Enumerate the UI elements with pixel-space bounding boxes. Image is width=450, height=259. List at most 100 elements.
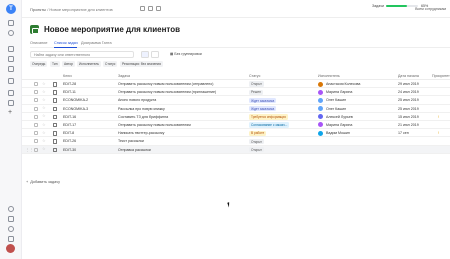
search-input[interactable] [30, 51, 134, 58]
col-key[interactable]: Ключ [63, 74, 72, 78]
table-row[interactable]: ☆ EDIT-11 Отправить рассылку новым пользов… [22, 88, 450, 97]
table-row[interactable]: ⋮⋮ ☆ EDIT-30 Отправка рассылки Открыт [22, 145, 450, 154]
col-priority[interactable]: Приоритет [432, 74, 450, 78]
assignee-name[interactable]: Марина Ларина [326, 123, 392, 127]
star-icon[interactable]: ☆ [42, 147, 46, 151]
star-icon[interactable] [140, 6, 145, 11]
table-row[interactable]: ☆ EDIT-8 Написать твиттер-рассылку В работе… [22, 129, 450, 138]
link-icon[interactable] [148, 6, 153, 11]
plus-icon[interactable]: + [8, 109, 12, 116]
status-badge[interactable]: Согласование с заказч... [249, 122, 290, 128]
tab-gantt[interactable]: Диаграмма Ганта [81, 41, 112, 45]
task-title[interactable]: Текст рассылки [118, 139, 244, 143]
star-icon[interactable]: ☆ [42, 122, 46, 127]
col-due[interactable]: Дата начала [398, 74, 419, 78]
tab-description[interactable]: Описание [30, 41, 47, 45]
reports-icon[interactable] [8, 90, 14, 96]
status-badge[interactable]: Открыт [249, 81, 264, 87]
table-row[interactable]: ☆ EDIT-16 Составить ТЗ для бриффинга Требуе… [22, 113, 450, 121]
access-label[interactable]: Всем сотрудникам [415, 7, 446, 11]
row-checkbox[interactable] [34, 147, 38, 152]
star-icon[interactable]: ☆ [42, 89, 46, 94]
col-status[interactable]: Статус [249, 74, 260, 78]
task-key[interactable]: EDIT-17 [63, 123, 113, 127]
apps-icon[interactable] [8, 236, 14, 242]
task-key[interactable]: EDIT-30 [63, 148, 113, 152]
grouping-button[interactable]: ▦ Без группировки [170, 52, 202, 56]
assignee-name[interactable]: Алексей Лурьев [326, 115, 392, 119]
table-row[interactable]: ☆ EDIT-28 Отправить рассылку новым пользов… [22, 80, 450, 89]
star-icon[interactable]: ☆ [42, 106, 46, 110]
breadcrumb-parent[interactable]: Проекты [30, 7, 46, 12]
filter-status[interactable]: Статус [103, 61, 118, 67]
status-badge[interactable]: Ждет заказчика [249, 97, 277, 104]
table-row[interactable]: ☆ EDIT-26 Текст рассылки Открыт [22, 137, 450, 146]
col-assignee[interactable]: Исполнитель [318, 74, 340, 78]
inbox-icon[interactable] [8, 46, 14, 52]
col-task[interactable]: Задача [118, 74, 130, 78]
assignee-name[interactable]: Марина Ларина [326, 90, 392, 94]
table-row[interactable]: ☆ ECONOMIKA-2 Анонс нового продукта Ждет за… [22, 96, 450, 105]
filter-resolution[interactable]: Резолюция: без значения [120, 61, 163, 67]
status-badge[interactable]: Открыт [249, 138, 264, 145]
task-title[interactable]: Рассылка про новую книжку [118, 107, 244, 111]
assignee-name[interactable]: Вадим Мошин [326, 131, 392, 135]
row-checkbox[interactable] [34, 131, 38, 136]
task-title[interactable]: Составить ТЗ для бриффинга [118, 115, 244, 119]
task-key[interactable]: EDIT-28 [63, 82, 113, 86]
notifications-icon[interactable] [8, 216, 14, 222]
app-logo[interactable]: T [6, 4, 16, 14]
drag-handle-icon[interactable]: ⋮⋮ [26, 148, 33, 152]
help-icon[interactable] [8, 206, 14, 212]
filter-type[interactable]: Тип [50, 61, 60, 67]
assignee-name[interactable]: Анастасия Колесова [326, 82, 392, 86]
star-icon[interactable]: ☆ [42, 130, 46, 135]
filter-queue[interactable]: Очередь [30, 61, 48, 67]
task-key[interactable]: EDIT-8 [63, 131, 113, 135]
projects-icon[interactable] [8, 66, 14, 72]
row-checkbox[interactable] [34, 139, 38, 144]
star-icon[interactable]: ☆ [42, 114, 46, 118]
row-checkbox[interactable] [34, 122, 38, 127]
task-key[interactable]: EDIT-26 [63, 139, 113, 143]
boards-icon[interactable] [8, 100, 14, 106]
row-checkbox[interactable] [34, 82, 38, 86]
row-checkbox[interactable] [34, 106, 38, 111]
list-view-button[interactable] [141, 51, 149, 58]
tab-task-list[interactable]: Список задач [54, 41, 78, 45]
task-key[interactable]: EDIT-11 [63, 90, 113, 94]
status-badge[interactable]: Ждет заказчика [249, 105, 277, 112]
row-checkbox[interactable] [34, 98, 38, 103]
filter-author[interactable]: Автор [62, 61, 76, 67]
table-row[interactable]: ☆ EDIT-17 Отправить рассылку новым пользов… [22, 121, 450, 130]
task-title[interactable]: Отправить рассылку новым пользователям [118, 123, 244, 127]
calendar-icon[interactable] [8, 78, 14, 84]
assignee-name[interactable]: Олег Кашин [326, 107, 392, 111]
star-icon[interactable]: ☆ [42, 97, 46, 102]
task-key[interactable]: EDIT-16 [63, 115, 113, 119]
task-title[interactable]: Отправить рассылку новым пользователям (… [118, 82, 244, 86]
row-checkbox[interactable] [34, 90, 38, 95]
task-title[interactable]: Написать твиттер-рассылку [118, 131, 244, 135]
table-row[interactable]: ☆ ECONOMIKA-3 Рассылка про новую книжку Жде… [22, 105, 450, 113]
home-icon[interactable] [8, 20, 14, 26]
user-avatar[interactable] [6, 244, 15, 253]
assignee-name[interactable]: Олег Кашин [326, 98, 392, 102]
star-icon[interactable]: ☆ [42, 81, 46, 86]
add-task-button[interactable]: + Добавить задачу [26, 180, 62, 184]
status-badge[interactable]: Решен [249, 89, 263, 96]
status-badge[interactable]: Требуется информация [249, 114, 288, 120]
task-title[interactable]: Анонс нового продукта [118, 98, 244, 102]
task-key[interactable]: ECONOMIKA-3 [63, 107, 113, 111]
status-badge[interactable]: В работе [249, 130, 267, 137]
filter-assignee[interactable]: Исполнитель [77, 61, 101, 67]
board-view-button[interactable] [151, 51, 159, 58]
settings-icon[interactable] [8, 226, 14, 232]
task-title[interactable]: Отправка рассылки [118, 148, 244, 152]
task-title[interactable]: Отправить рассылку новым пользователям (… [118, 90, 244, 94]
issues-icon[interactable] [8, 56, 14, 62]
task-key[interactable]: ECONOMIKA-2 [63, 98, 113, 102]
status-badge[interactable]: Открыт [249, 146, 264, 153]
row-checkbox[interactable] [34, 114, 38, 119]
search-icon[interactable] [8, 30, 14, 36]
